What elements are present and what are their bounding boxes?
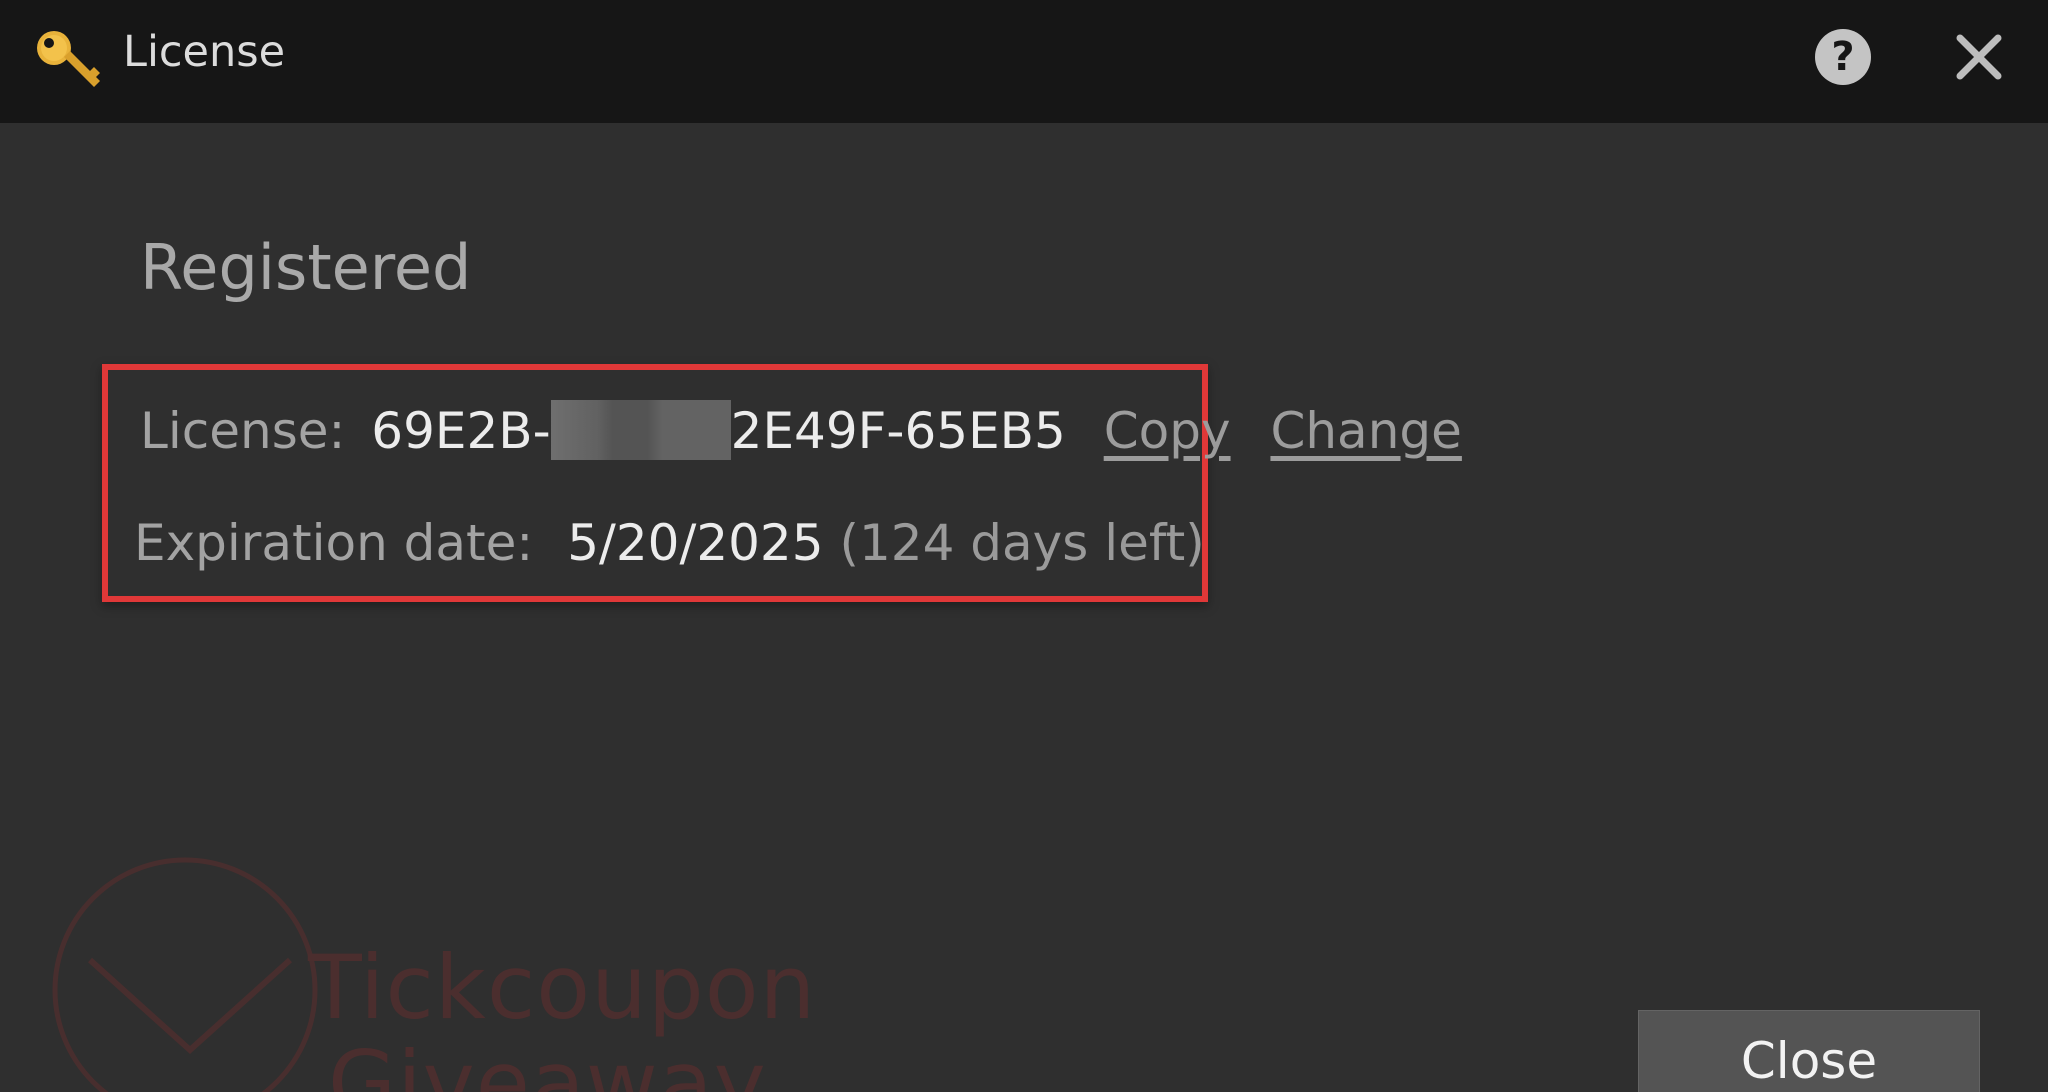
change-link[interactable]: Change: [1270, 402, 1461, 460]
license-key-prefix: 69E2B-: [371, 402, 551, 460]
watermark-line-2: Giveaway: [328, 1032, 767, 1092]
license-label: License:: [140, 402, 346, 460]
expiration-row: Expiration date: 5/20/2025 (124 days lef…: [134, 510, 1205, 576]
watermark-line-1: Tickcoupon: [308, 936, 817, 1039]
days-left-text: (124 days left): [839, 514, 1205, 572]
key-icon: [37, 31, 100, 87]
expiration-date: 5/20/2025: [567, 514, 824, 572]
copy-link[interactable]: Copy: [1104, 402, 1231, 460]
expiration-label: Expiration date:: [134, 514, 534, 572]
license-key-suffix: 2E49F-65EB5: [730, 402, 1066, 460]
window-title: License: [123, 27, 286, 77]
close-button[interactable]: Close: [1638, 1010, 1980, 1092]
license-row: License: 69E2B- 2E49F-65EB5 Copy Change: [140, 398, 1462, 464]
license-key-redacted: [550, 400, 731, 460]
close-icon[interactable]: [1950, 28, 2008, 86]
help-icon[interactable]: ?: [1815, 29, 1871, 85]
license-dialog: License ? Registered License: 69E2B- 2E49…: [0, 0, 2048, 1092]
watermark-text: Tickcoupon Giveaway: [308, 940, 816, 1092]
registration-status-heading: Registered: [140, 231, 472, 304]
title-bar[interactable]: License ?: [0, 0, 2048, 123]
